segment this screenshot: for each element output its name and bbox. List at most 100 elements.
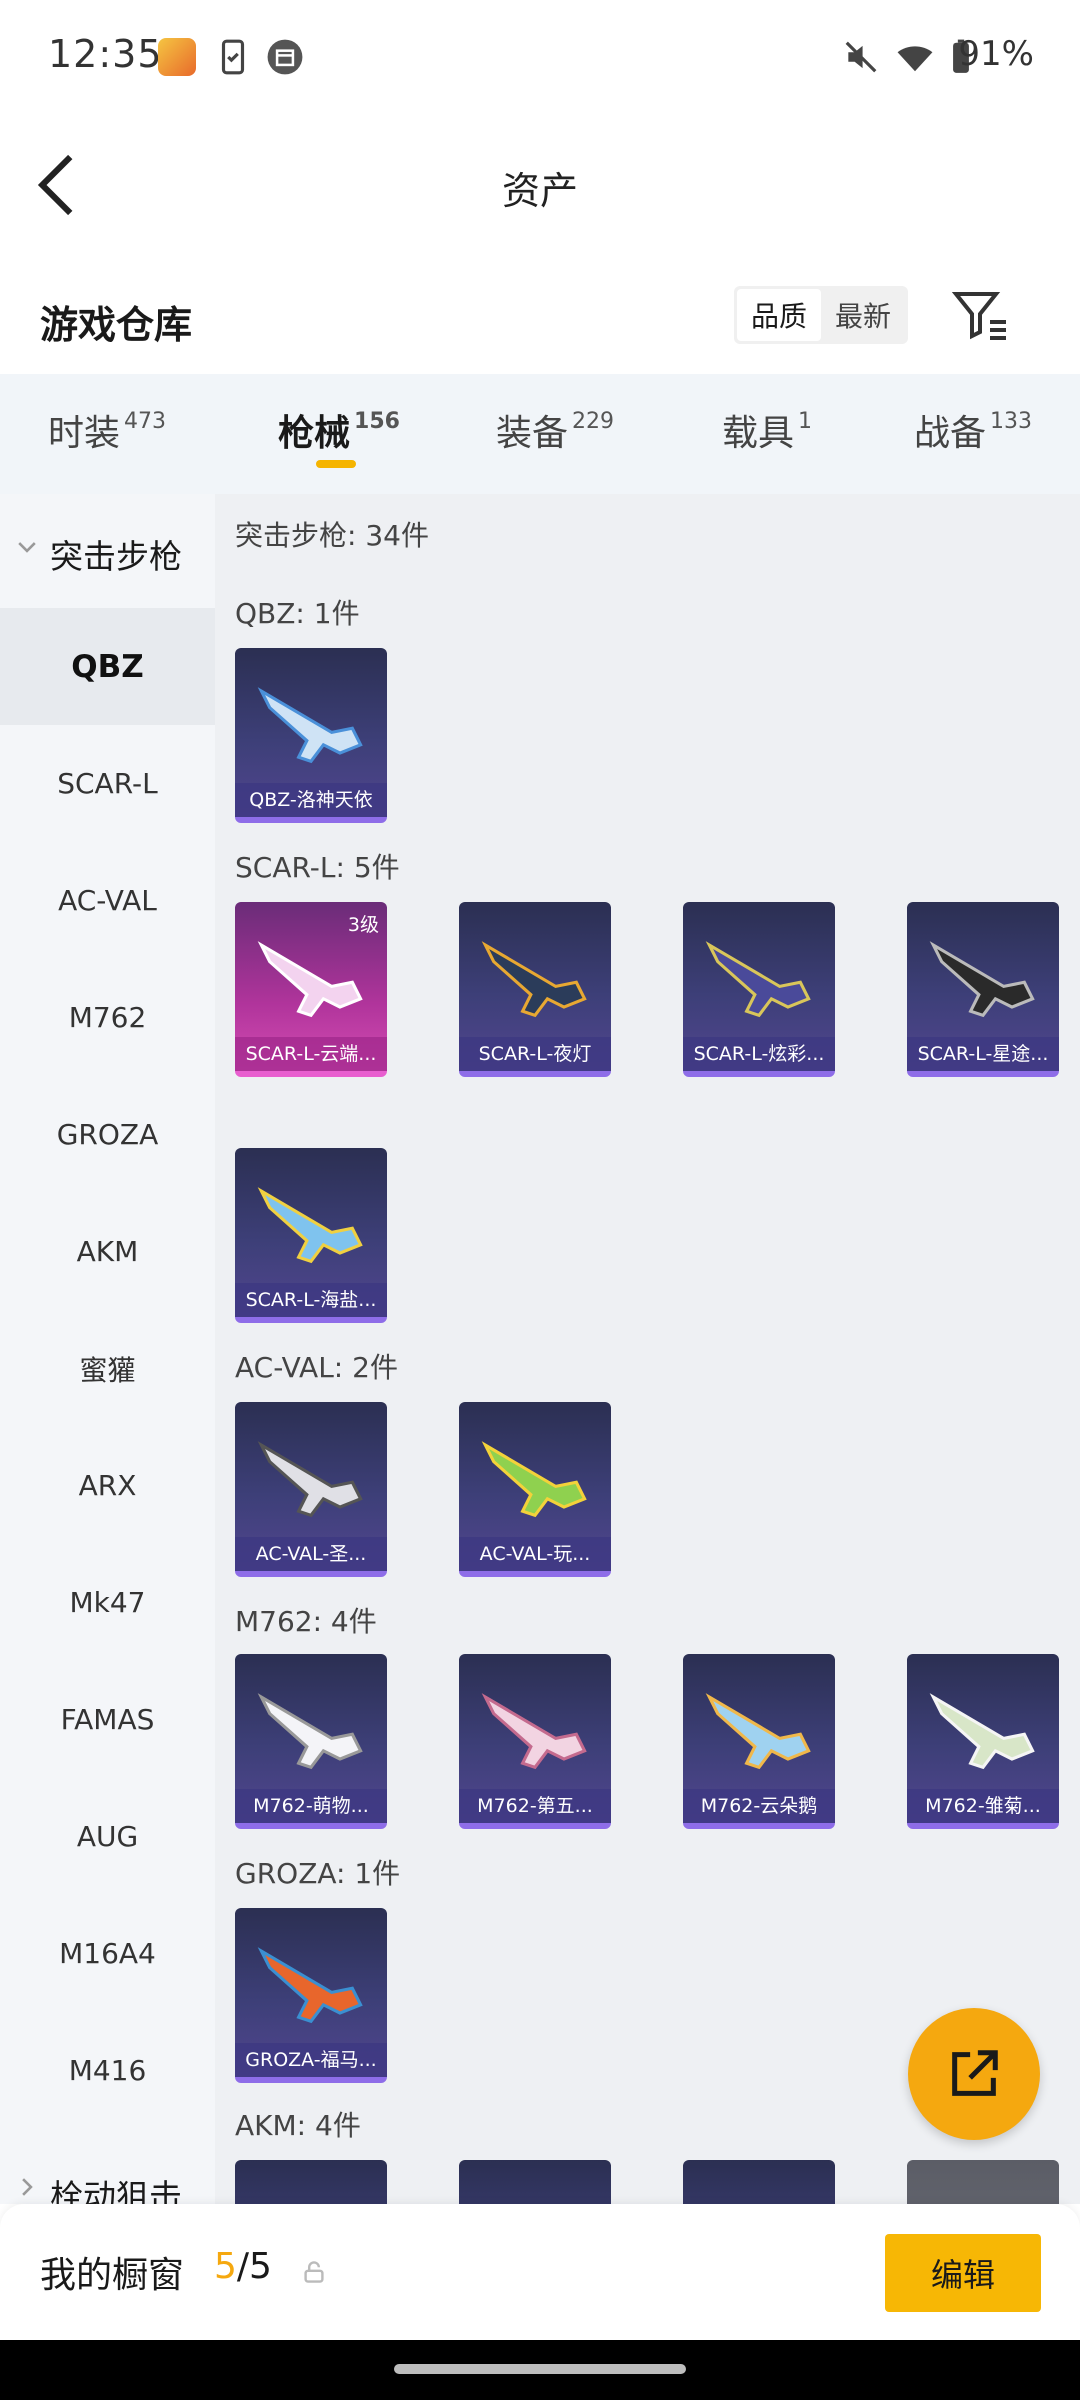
sidebar-item-groza[interactable]: GROZA (0, 1076, 215, 1193)
status-time: 12:35 (48, 32, 163, 76)
skin-name: SCAR-L-星途... (907, 1037, 1059, 1071)
skin-name: AC-VAL-圣... (235, 1537, 387, 1571)
gun-skin-icon (257, 1947, 363, 2024)
share-button[interactable] (908, 2008, 1040, 2140)
tab-count: 133 (990, 409, 1033, 434)
gun-skin-icon (257, 687, 363, 764)
mute-icon (845, 41, 877, 73)
skin-level-badge: 3级 (347, 914, 379, 936)
sidebar-item-akm[interactable]: AKM (0, 1193, 215, 1310)
sidebar-item-m762[interactable]: M762 (0, 959, 215, 1076)
gun-skin-icon (481, 941, 587, 1018)
sidebar-item-aug[interactable]: AUG (0, 1778, 215, 1895)
skin-card[interactable]: QBZ-洛神天依 (235, 648, 387, 823)
home-gesture-handle[interactable] (394, 2364, 686, 2374)
assets-screen: 12:35 91% 资产 游戏仓库 品质 最新 时装 473 枪械 156 装备 22… (0, 0, 1080, 2400)
tab-active-indicator (316, 460, 356, 468)
showcase-label: 我的橱窗 (40, 2255, 185, 2296)
skin-card[interactable]: M762-雏菊... (907, 1654, 1059, 1829)
sidebar-item-scar-l[interactable]: SCAR-L (0, 725, 215, 842)
tab-count: 1 (798, 409, 813, 434)
tab-count: 229 (572, 409, 615, 434)
phone-sync-icon (221, 39, 245, 75)
tab-label: 枪械 (278, 413, 351, 454)
tab-label: 装备 (496, 413, 569, 454)
skin-card[interactable]: AC-VAL-玩... (459, 1402, 611, 1577)
gun-skin-icon (257, 1187, 363, 1264)
skin-name: QBZ-洛神天依 (235, 783, 387, 817)
tab-equipment[interactable]: 装备 229 (496, 404, 614, 456)
battery-level: 91% (958, 34, 1034, 74)
lock-icon (304, 2261, 324, 2283)
filter-icon[interactable] (950, 286, 1010, 346)
tab-label: 战备 (914, 413, 987, 454)
system-nav-bar (0, 2340, 1080, 2400)
category-tabs: 时装 473 枪械 156 装备 229 载具 1 战备 133 (0, 374, 1080, 494)
skin-name: SCAR-L-海盐... (235, 1283, 387, 1317)
skin-card[interactable] (683, 2160, 835, 2204)
tab-supplies[interactable]: 战备 133 (914, 404, 1032, 456)
showcase-total: /5 (236, 2246, 272, 2287)
sidebar-item-m416[interactable]: M416 (0, 2012, 215, 2129)
sort-quality-button[interactable]: 品质 (737, 289, 821, 341)
sidebar-item-famas[interactable]: FAMAS (0, 1661, 215, 1778)
weapon-skin-grid: 突击步枪: 34件 QBZ: 1件 QBZ-洛神天依 SCAR-L: 5件 3级… (215, 494, 1080, 2204)
group-title-qbz: QBZ: 1件 (235, 597, 360, 630)
skin-card[interactable]: M762-萌物... (235, 1654, 387, 1829)
tab-label: 载具 (722, 413, 795, 454)
wifi-icon (897, 46, 933, 72)
sidebar-item-arx[interactable]: ARX (0, 1427, 215, 1544)
sidebar-group-label: 栓动狙击 (50, 2177, 182, 2204)
sort-latest-button[interactable]: 最新 (821, 289, 905, 341)
skin-card[interactable] (235, 2160, 387, 2204)
weapon-type-sidebar: 突击步枪 QBZ SCAR-L AC-VAL M762 GROZA AKM 蜜獾… (0, 494, 215, 2204)
gun-skin-icon (257, 1441, 363, 1518)
chevron-down-icon (18, 542, 36, 553)
skin-card[interactable]: M762-云朵鹅 (683, 1654, 835, 1829)
tab-count: 156 (354, 409, 400, 434)
skin-card[interactable]: SCAR-L-夜灯 (459, 902, 611, 1077)
skin-card[interactable]: SCAR-L-星途... (907, 902, 1059, 1077)
group-title-ac-val: AC-VAL: 2件 (235, 1351, 398, 1384)
skin-name: SCAR-L-云端... (235, 1037, 387, 1071)
gun-skin-icon (257, 1693, 363, 1770)
skin-card[interactable]: AC-VAL-圣... (235, 1402, 387, 1577)
section-bar: 游戏仓库 (0, 270, 1080, 370)
group-title-akm: AKM: 4件 (235, 2109, 361, 2142)
group-title-m762: M762: 4件 (235, 1605, 377, 1638)
status-bar: 12:35 91% (0, 0, 1080, 110)
skin-card[interactable] (907, 2160, 1059, 2204)
sidebar-group-bolt-sniper[interactable]: 栓动狙击 (0, 2134, 215, 2204)
skin-name: AC-VAL-玩... (459, 1537, 611, 1571)
skin-card[interactable]: SCAR-L-炫彩... (683, 902, 835, 1077)
gun-skin-icon (481, 1441, 587, 1518)
gun-skin-icon (929, 1693, 1035, 1770)
skin-card[interactable]: GROZA-福马... (235, 1908, 387, 2083)
sort-toggle: 品质 最新 (734, 286, 908, 344)
skin-name: M762-萌物... (235, 1789, 387, 1823)
skin-name: SCAR-L-夜灯 (459, 1037, 611, 1071)
skin-name: M762-第五... (459, 1789, 611, 1823)
showcase-count: 5/5 (214, 2246, 272, 2287)
sidebar-group-assault-rifles[interactable]: 突击步枪 (0, 494, 215, 604)
tab-weapons[interactable]: 枪械 156 (278, 404, 400, 456)
skin-card[interactable]: 3级 SCAR-L-云端... (235, 902, 387, 1077)
showcase-current: 5 (214, 2246, 237, 2287)
sidebar-item-honey-badger[interactable]: 蜜獾 (0, 1310, 215, 1427)
game-app-icon (158, 38, 196, 76)
skin-card[interactable]: SCAR-L-海盐... (235, 1148, 387, 1323)
sidebar-item-m16a4[interactable]: M16A4 (0, 1895, 215, 2012)
tab-fashion[interactable]: 时装 473 (48, 404, 166, 456)
sidebar-item-ac-val[interactable]: AC-VAL (0, 842, 215, 959)
skin-name: GROZA-福马... (235, 2043, 387, 2077)
sidebar-item-qbz[interactable]: QBZ (0, 608, 215, 725)
skin-card[interactable]: M762-第五... (459, 1654, 611, 1829)
skin-card[interactable] (459, 2160, 611, 2204)
page-title: 资产 (501, 169, 578, 213)
sidebar-group-label: 突击步枪 (50, 537, 182, 576)
edit-button[interactable]: 编辑 (885, 2234, 1041, 2312)
tab-count: 473 (124, 409, 167, 434)
skin-name: M762-雏菊... (907, 1789, 1059, 1823)
sidebar-item-mk47[interactable]: Mk47 (0, 1544, 215, 1661)
tab-vehicles[interactable]: 载具 1 (722, 404, 812, 456)
